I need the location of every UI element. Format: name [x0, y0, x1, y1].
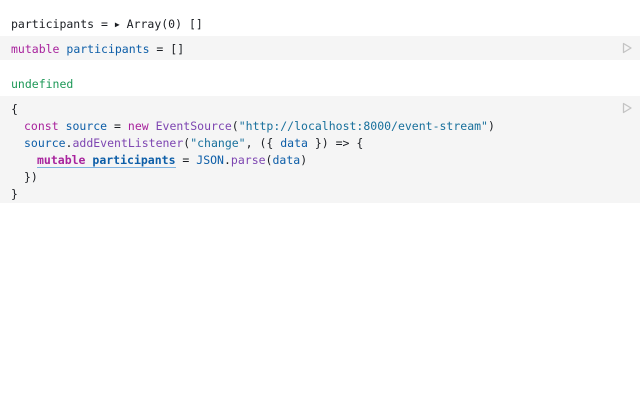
- run-cell-icon[interactable]: [621, 42, 633, 54]
- method-name: parse: [230, 153, 266, 167]
- cell-output-undefined: undefined: [11, 77, 74, 91]
- string-url: "http://localhost:8000/event-stream": [238, 119, 488, 133]
- keyword-mutable: mutable: [11, 42, 60, 56]
- cell-output-participants: participants = ▶ Array(0) []: [11, 17, 203, 31]
- keyword-mutable: mutable: [37, 153, 86, 168]
- variable-source: source: [24, 136, 66, 150]
- expand-triangle-icon[interactable]: ▶: [115, 18, 120, 32]
- json-object: JSON: [196, 153, 224, 167]
- variable-source: source: [65, 119, 108, 133]
- code-text: (: [231, 119, 239, 133]
- code-cell-1[interactable]: mutable participants = []: [0, 36, 640, 60]
- code-editor-1[interactable]: mutable participants = []: [11, 41, 184, 58]
- code-text: }: [11, 187, 18, 201]
- param-data: data: [280, 136, 308, 150]
- run-cell-icon[interactable]: [621, 102, 633, 114]
- keyword-const: const: [24, 119, 59, 133]
- code-editor-2[interactable]: { const source = new EventSource("http:/…: [11, 101, 495, 203]
- code-text: = []: [149, 42, 185, 56]
- output-equals: =: [94, 17, 115, 31]
- method-name: addEventListener: [72, 136, 184, 150]
- code-text: =: [175, 153, 197, 167]
- output-value-type[interactable]: Array(0): [127, 17, 182, 31]
- code-text: }) => {: [307, 136, 364, 150]
- code-text: , ({: [245, 136, 281, 150]
- code-line: source.addEventListener("change", ({ dat…: [11, 135, 495, 152]
- code-line: mutable participants = []: [11, 41, 184, 58]
- keyword-new: new: [127, 119, 149, 133]
- output-variable-name: participants: [11, 17, 95, 31]
- string-event: "change": [190, 136, 246, 150]
- code-text: =: [107, 119, 128, 133]
- notebook: participants = ▶ Array(0) [] mutable par…: [0, 0, 640, 400]
- code-text: ): [300, 153, 308, 167]
- code-cell-2[interactable]: { const source = new EventSource("http:/…: [0, 96, 640, 203]
- variable-participants-link[interactable]: participants: [92, 153, 176, 168]
- code-line: {: [11, 101, 495, 118]
- code-text: }): [24, 170, 38, 184]
- code-text: .: [223, 153, 231, 167]
- code-text: {: [11, 102, 18, 116]
- output-value-preview: []: [182, 17, 203, 31]
- param-data: data: [272, 153, 301, 167]
- code-line: const source = new EventSource("http://l…: [11, 118, 495, 135]
- class-name: EventSource: [155, 119, 232, 133]
- code-text: ): [487, 119, 495, 133]
- variable-participants: participants: [66, 42, 150, 56]
- code-line: mutable participants = JSON.parse(data): [11, 152, 495, 169]
- code-line: }): [11, 169, 495, 186]
- code-line: }: [11, 186, 495, 203]
